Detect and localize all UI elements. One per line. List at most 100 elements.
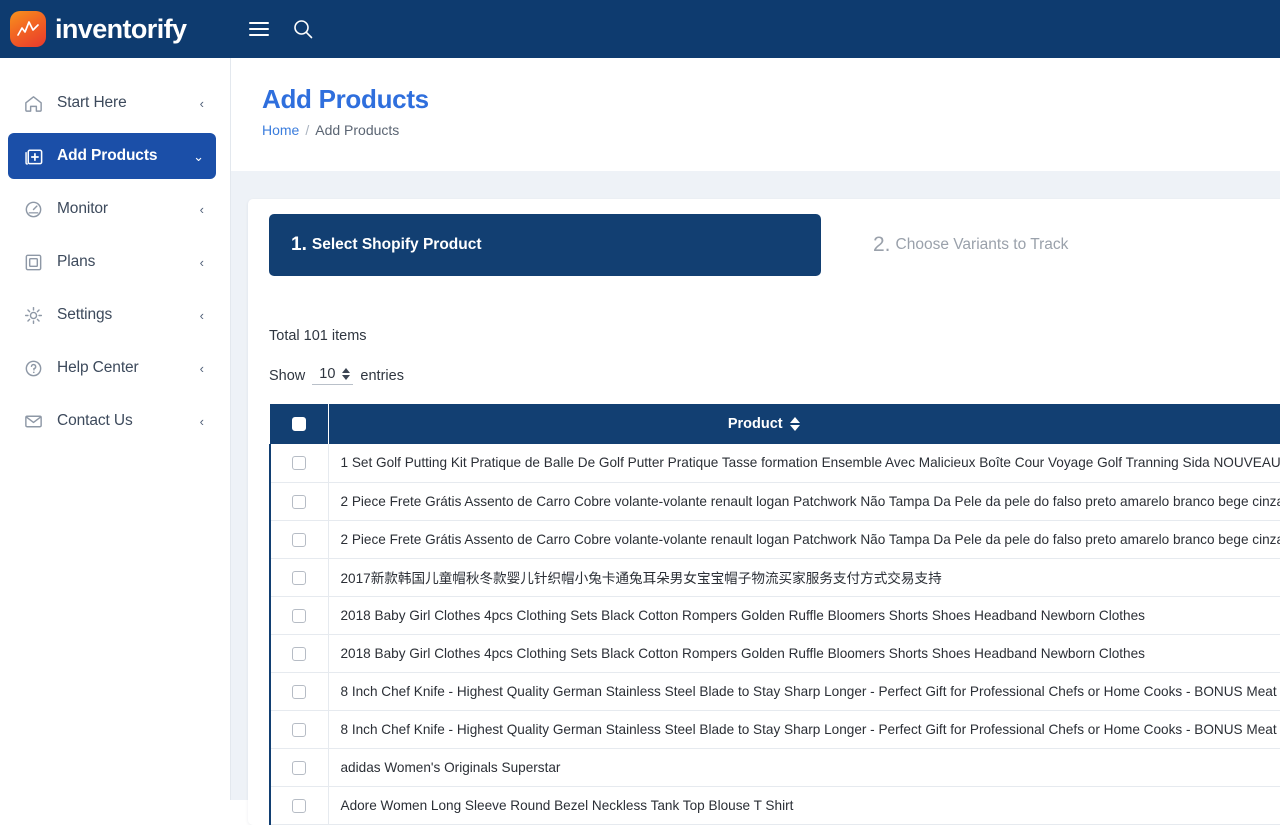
sidebar-item-settings[interactable]: Settings ‹: [8, 292, 216, 338]
table-row[interactable]: 8 Inch Chef Knife - Highest Quality Germ…: [269, 672, 1280, 711]
top-navbar: inventorify: [0, 0, 1280, 58]
product-name-cell: 2 Piece Frete Grátis Assento de Carro Co…: [328, 482, 1280, 521]
page-title: Add Products: [262, 84, 429, 114]
select-all-checkbox[interactable]: [291, 417, 306, 432]
hamburger-menu-icon[interactable]: [246, 16, 272, 42]
layout-icon: [22, 251, 44, 273]
sidebar-item-monitor[interactable]: Monitor ‹: [8, 186, 216, 232]
chevron-left-icon: ‹: [199, 360, 204, 376]
products-table: Product 1 Set Golf Putting Kit Pratique …: [269, 404, 1280, 825]
row-checkbox[interactable]: [292, 456, 307, 471]
product-name-cell: 8 Inch Chef Knife - Highest Quality Germ…: [328, 672, 1280, 711]
row-checkbox[interactable]: [292, 798, 307, 813]
table-row[interactable]: 2017新款韩国儿童帽秋冬款婴儿针织帽小兔卡通兔耳朵男女宝宝帽子物流买家服务支付…: [269, 558, 1280, 597]
chevron-left-icon: ‹: [199, 254, 204, 270]
sidebar-item-start-here[interactable]: Start Here ‹: [8, 80, 216, 126]
sidebar-item-add-products[interactable]: Add Products ⌄: [8, 133, 216, 179]
table-row[interactable]: 2 Piece Frete Grátis Assento de Carro Co…: [269, 520, 1280, 559]
sidebar-item-label: Start Here: [57, 94, 127, 111]
search-icon[interactable]: [290, 16, 316, 42]
sidebar-item-label: Contact Us: [57, 412, 133, 429]
sidebar-item-label: Monitor: [57, 200, 108, 217]
row-checkbox[interactable]: [292, 760, 307, 775]
chevron-left-icon: ‹: [199, 95, 204, 111]
chart-logo-icon: [10, 11, 46, 47]
navbar-icons: [246, 16, 316, 42]
gear-icon: [22, 304, 44, 326]
step-number: 1.: [291, 234, 307, 255]
row-checkbox-cell: [269, 786, 329, 825]
breadcrumb: Home / Add Products: [262, 122, 1280, 138]
table-body: 1 Set Golf Putting Kit Pratique de Balle…: [269, 444, 1280, 825]
row-checkbox-cell: [269, 596, 329, 635]
product-name-cell: 2018 Baby Girl Clothes 4pcs Clothing Set…: [328, 596, 1280, 635]
chevron-down-icon: ⌄: [193, 148, 204, 164]
row-checkbox-cell: [269, 634, 329, 673]
breadcrumb-home-link[interactable]: Home: [262, 122, 299, 138]
sidebar-item-help-center[interactable]: Help Center ‹: [8, 345, 216, 391]
sidebar-item-label: Settings: [57, 306, 113, 323]
gauge-icon: [22, 198, 44, 220]
chevron-left-icon: ‹: [199, 307, 204, 323]
row-checkbox[interactable]: [292, 494, 307, 509]
entries-select[interactable]: 10: [312, 366, 354, 385]
step-choose-variants[interactable]: 2. Choose Variants to Track: [851, 214, 1090, 276]
product-name-cell: adidas Women's Originals Superstar: [328, 748, 1280, 787]
step-label: Select Shopify Product: [311, 236, 482, 253]
question-icon: [22, 357, 44, 379]
table-row[interactable]: 1 Set Golf Putting Kit Pratique de Balle…: [269, 444, 1280, 483]
chevron-left-icon: ‹: [199, 201, 204, 217]
add-products-card: 1. Select Shopify Product 2. Choose Vari…: [248, 199, 1280, 825]
product-column-header[interactable]: Product: [328, 404, 1280, 444]
sidebar: Start Here ‹ Add Products ⌄ Monitor ‹ Pl…: [0, 58, 231, 800]
product-name-cell: Adore Women Long Sleeve Round Bezel Neck…: [328, 786, 1280, 825]
row-checkbox-cell: [269, 672, 329, 711]
step-select-shopify-product[interactable]: 1. Select Shopify Product: [269, 214, 821, 276]
breadcrumb-separator: /: [305, 122, 310, 138]
row-checkbox-cell: [269, 710, 329, 749]
breadcrumb-current: Add Products: [315, 122, 400, 138]
product-column-label: Product: [727, 416, 783, 432]
entries-value: 10: [319, 366, 336, 382]
add-box-icon: [22, 145, 44, 167]
sidebar-item-label: Plans: [57, 253, 96, 270]
row-checkbox[interactable]: [292, 646, 307, 661]
select-all-header: [270, 404, 329, 444]
sort-updown-icon[interactable]: [789, 417, 800, 431]
sidebar-item-plans[interactable]: Plans ‹: [8, 239, 216, 285]
brand[interactable]: inventorify: [10, 11, 187, 47]
sidebar-item-contact-us[interactable]: Contact Us ‹: [8, 398, 216, 444]
updown-spinner-icon: [342, 368, 351, 380]
row-checkbox[interactable]: [292, 532, 307, 547]
row-checkbox[interactable]: [292, 684, 307, 699]
step-indicator: 1. Select Shopify Product 2. Choose Vari…: [269, 214, 1280, 276]
content-area: 1. Select Shopify Product 2. Choose Vari…: [231, 171, 1280, 825]
products-table-wrapper: Product 1 Set Golf Putting Kit Pratique …: [269, 404, 1280, 825]
table-row[interactable]: 2018 Baby Girl Clothes 4pcs Clothing Set…: [269, 596, 1280, 635]
table-header-row: Product: [270, 404, 1280, 444]
product-name-cell: 2018 Baby Girl Clothes 4pcs Clothing Set…: [328, 634, 1280, 673]
row-checkbox-cell: [269, 748, 329, 787]
table-head: Product: [270, 404, 1280, 444]
table-row[interactable]: adidas Women's Originals Superstar: [269, 748, 1280, 787]
total-items-text: Total 101 items: [269, 328, 367, 344]
show-label: Show: [269, 367, 306, 384]
table-row[interactable]: 8 Inch Chef Knife - Highest Quality Germ…: [269, 710, 1280, 749]
home-icon: [22, 92, 44, 114]
row-checkbox[interactable]: [292, 722, 307, 737]
product-name-cell: 1 Set Golf Putting Kit Pratique de Balle…: [328, 444, 1280, 483]
brand-name: inventorify: [55, 13, 187, 44]
row-checkbox[interactable]: [292, 570, 307, 585]
sidebar-item-label: Help Center: [57, 359, 139, 376]
page-header: Add Products Home / Add Products: [231, 58, 1280, 171]
entries-label: entries: [360, 367, 404, 384]
product-name-cell: 2017新款韩国儿童帽秋冬款婴儿针织帽小兔卡通兔耳朵男女宝宝帽子物流买家服务支付…: [328, 558, 1280, 597]
product-name-cell: 2 Piece Frete Grátis Assento de Carro Co…: [328, 520, 1280, 559]
step-number: 2.: [873, 233, 891, 256]
table-row[interactable]: 2018 Baby Girl Clothes 4pcs Clothing Set…: [269, 634, 1280, 673]
row-checkbox[interactable]: [292, 608, 307, 623]
table-row[interactable]: Adore Women Long Sleeve Round Bezel Neck…: [269, 786, 1280, 825]
sidebar-item-label: Add Products: [57, 147, 158, 164]
row-checkbox-cell: [269, 444, 329, 483]
table-row[interactable]: 2 Piece Frete Grátis Assento de Carro Co…: [269, 482, 1280, 521]
